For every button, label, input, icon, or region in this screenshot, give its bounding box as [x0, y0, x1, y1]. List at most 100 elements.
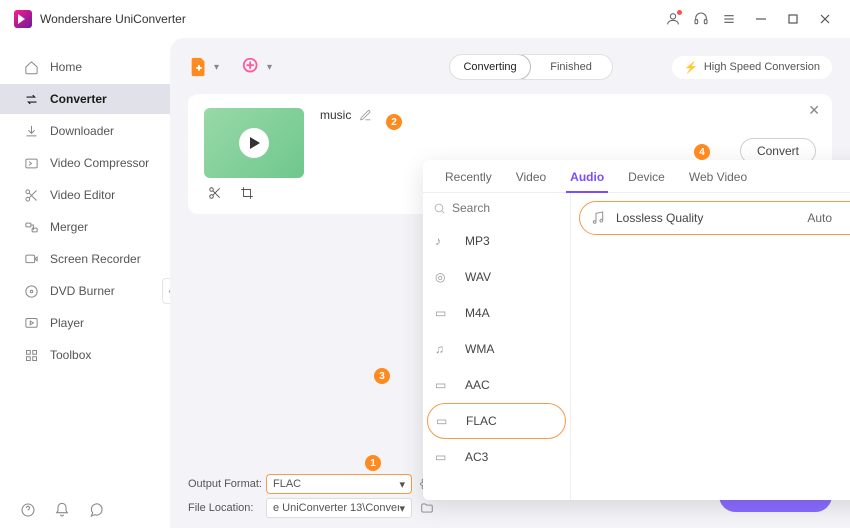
format-label: FLAC: [466, 414, 497, 428]
file-location-select[interactable]: e UniConverter 13\Converted▾: [266, 498, 412, 518]
audio-icon: ◎: [435, 270, 455, 284]
add-url-button[interactable]: ▾: [241, 56, 272, 78]
sidebar-item-video-editor[interactable]: Video Editor: [0, 180, 170, 210]
tab-device[interactable]: Device: [616, 160, 677, 192]
segment-finished[interactable]: Finished: [530, 55, 612, 79]
output-format-value: FLAC: [273, 478, 301, 490]
audio-icon: ♪: [435, 234, 455, 248]
format-mp3[interactable]: ♪MP3: [423, 223, 570, 259]
scissors-icon: [22, 188, 40, 203]
audio-icon: ▭: [435, 378, 455, 392]
disc-icon: [22, 284, 40, 299]
audio-icon: ▭: [436, 414, 456, 428]
thumb-actions: [208, 186, 320, 200]
play-icon: [239, 128, 269, 158]
crop-icon[interactable]: [240, 186, 254, 200]
sidebar-item-home[interactable]: Home: [0, 52, 170, 82]
sidebar-item-label: Screen Recorder: [50, 252, 141, 266]
maximize-button[interactable]: [782, 8, 804, 30]
close-window-button[interactable]: [814, 8, 836, 30]
quality-column: Lossless Quality Auto: [571, 193, 850, 500]
rename-icon[interactable]: [359, 109, 372, 122]
chevron-down-icon: ▾: [214, 62, 219, 73]
audio-icon: ▭: [435, 306, 455, 320]
file-location-label: File Location:: [188, 502, 266, 514]
sidebar-item-label: Home: [50, 60, 82, 74]
format-m4a[interactable]: ▭ M4A: [423, 295, 570, 331]
sidebar-item-label: Merger: [50, 220, 88, 234]
status-segment: Converting Finished: [449, 54, 613, 80]
bell-icon[interactable]: [54, 502, 70, 518]
grid-icon: [22, 348, 40, 363]
sidebar-item-label: Video Compressor: [50, 156, 149, 170]
quality-label: Lossless Quality: [616, 211, 703, 225]
sidebar-item-label: Converter: [50, 92, 107, 106]
chevron-down-icon: ▾: [267, 62, 272, 73]
sidebar-item-player[interactable]: Player: [0, 308, 170, 338]
sidebar-item-toolbox[interactable]: Toolbox: [0, 340, 170, 370]
sidebar-item-dvd-burner[interactable]: DVD Burner: [0, 276, 170, 306]
file-location-value: e UniConverter 13\Converted: [273, 502, 399, 514]
format-wma[interactable]: ♫WMA: [423, 331, 570, 367]
sidebar-item-label: DVD Burner: [50, 284, 115, 298]
tab-video[interactable]: Video: [504, 160, 558, 192]
format-wav[interactable]: ◎ WAV: [423, 259, 570, 295]
format-flac[interactable]: ▭ FLAC: [427, 403, 566, 439]
sidebar-item-downloader[interactable]: Downloader: [0, 116, 170, 146]
search-input[interactable]: [452, 201, 552, 215]
sidebar-item-label: Player: [50, 316, 84, 330]
sidebar-item-label: Toolbox: [50, 348, 91, 362]
music-icon: [590, 210, 606, 226]
tab-web-video[interactable]: Web Video: [677, 160, 759, 192]
help-icon[interactable]: [20, 502, 36, 518]
output-format-label: Output Format:: [188, 478, 266, 490]
menu-icon[interactable]: [718, 8, 740, 30]
content-area: ▾ ▾ Converting Finished ⚡High Speed Conv…: [170, 38, 850, 528]
home-icon: [22, 60, 40, 75]
annotation-4: 4: [694, 144, 710, 160]
output-format-select[interactable]: FLAC ▾: [266, 474, 412, 494]
feedback-icon[interactable]: [88, 502, 104, 518]
tab-audio[interactable]: Audio: [558, 160, 616, 192]
high-speed-toggle[interactable]: ⚡High Speed Conversion: [672, 56, 832, 79]
audio-icon: ♫: [435, 342, 455, 356]
sidebar-item-merger[interactable]: Merger: [0, 212, 170, 242]
format-tabs: Recently Video Audio Device Web Video: [423, 160, 850, 193]
audio-icon: ▭: [435, 450, 455, 464]
tab-recently[interactable]: Recently: [433, 160, 504, 192]
sidebar-item-compressor[interactable]: Video Compressor: [0, 148, 170, 178]
format-search: [423, 193, 570, 223]
format-ac3[interactable]: ▭ AC3: [423, 439, 570, 475]
annotation-2: 2: [386, 114, 402, 130]
chevron-down-icon: ▾: [399, 478, 405, 491]
record-icon: [22, 252, 40, 267]
file-name: music: [320, 108, 351, 122]
add-file-button[interactable]: ▾: [188, 56, 219, 78]
format-label: WAV: [465, 270, 491, 284]
media-thumbnail[interactable]: [204, 108, 304, 178]
segment-converting[interactable]: Converting: [449, 54, 531, 80]
footer-icons: [20, 502, 104, 518]
annotation-1: 1: [365, 455, 381, 471]
trim-icon[interactable]: [208, 186, 222, 200]
minimize-button[interactable]: [750, 8, 772, 30]
app-title: Wondershare UniConverter: [40, 12, 186, 26]
user-icon[interactable]: [662, 8, 684, 30]
sidebar-item-label: Video Editor: [50, 188, 115, 202]
close-card-button[interactable]: ✕: [808, 102, 820, 119]
top-toolbar: ▾ ▾ Converting Finished ⚡High Speed Conv…: [188, 50, 832, 84]
search-icon: [433, 202, 446, 215]
headset-icon[interactable]: [690, 8, 712, 30]
compress-icon: [22, 156, 40, 171]
title-bar: Wondershare UniConverter: [0, 0, 850, 38]
sidebar-item-screen-recorder[interactable]: Screen Recorder: [0, 244, 170, 274]
format-aac[interactable]: ▭AAC: [423, 367, 570, 403]
converter-icon: [22, 92, 40, 107]
quality-lossless[interactable]: Lossless Quality Auto: [579, 201, 850, 235]
download-icon: [22, 124, 40, 139]
format-label: M4A: [465, 306, 490, 320]
open-folder-icon[interactable]: [420, 501, 434, 515]
play-icon: [22, 316, 40, 331]
format-label: AC3: [465, 450, 488, 464]
sidebar-item-converter[interactable]: Converter: [0, 84, 170, 114]
